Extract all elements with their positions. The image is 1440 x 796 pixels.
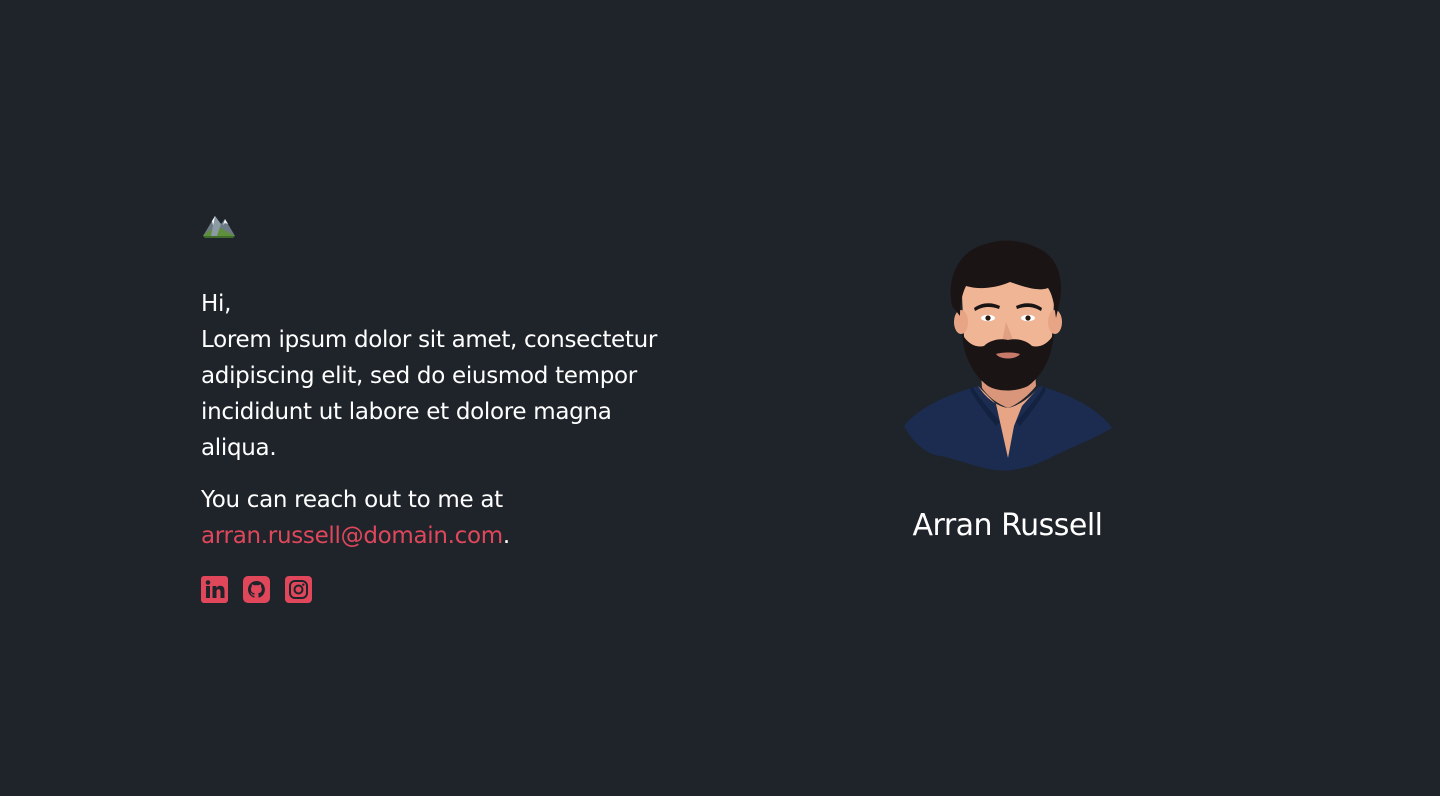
mountain-icon	[203, 216, 235, 238]
linkedin-icon[interactable]	[201, 576, 228, 603]
avatar	[903, 240, 1112, 471]
page: Hi, Lorem ipsum dolor sit amet, consecte…	[0, 0, 1440, 796]
contact-prefix: You can reach out to me at	[201, 487, 503, 513]
intro-text: Lorem ipsum dolor sit amet, consectetur …	[201, 327, 658, 461]
intro-section: Hi, Lorem ipsum dolor sit amet, consecte…	[201, 208, 671, 603]
greeting-text: Hi,	[201, 291, 232, 317]
profile-name: Arran Russell	[912, 508, 1104, 543]
social-links	[201, 576, 671, 603]
profile-section: Arran Russell	[880, 236, 1135, 546]
github-icon[interactable]	[243, 576, 270, 603]
instagram-icon[interactable]	[285, 576, 312, 603]
contact-suffix: .	[502, 523, 510, 549]
email-link[interactable]: arran.russell@domain.com	[201, 523, 503, 549]
contact-text: You can reach out to me at arran.russell…	[201, 482, 671, 554]
